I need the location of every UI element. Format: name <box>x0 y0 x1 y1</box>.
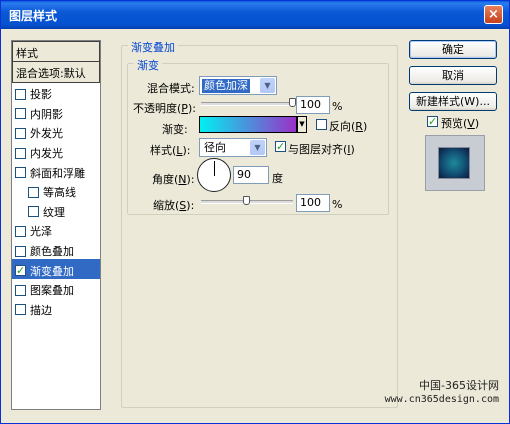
style-checkbox[interactable] <box>15 304 26 316</box>
style-preview <box>425 135 485 191</box>
style-checkbox[interactable] <box>28 206 39 218</box>
gradient-group-title: 渐变 <box>134 57 162 73</box>
angle-label: 角度(N): <box>152 173 195 186</box>
style-checkbox[interactable] <box>15 225 26 237</box>
styles-list: 样式 混合选项:默认 投影内阴影外发光内发光斜面和浮雕等高线纹理光泽颜色叠加渐变… <box>11 40 101 410</box>
style-checkbox[interactable] <box>15 88 26 100</box>
style-list-item-label: 等高线 <box>43 186 76 200</box>
chevron-down-icon: ▼ <box>250 140 265 155</box>
style-list-item[interactable]: 渐变叠加 <box>12 259 100 279</box>
style-checkbox[interactable] <box>15 167 26 179</box>
chevron-down-icon[interactable]: ▼ <box>297 116 307 133</box>
styles-header[interactable]: 样式 <box>12 41 100 62</box>
style-list-item[interactable]: 内阴影 <box>12 103 100 123</box>
preview-checkbox[interactable] <box>427 115 438 128</box>
window-title: 图层样式 <box>9 9 58 23</box>
style-list-item-label: 斜面和浮雕 <box>30 166 85 180</box>
style-list-item-label: 颜色叠加 <box>30 245 74 259</box>
angle-dial-hand <box>214 161 215 176</box>
gradient-label: 渐变: <box>162 123 188 136</box>
align-with-layer-label: 与图层对齐(I) <box>288 143 355 156</box>
opacity-slider-thumb[interactable] <box>289 98 296 107</box>
style-list-item-label: 内阴影 <box>30 107 63 121</box>
style-checkbox[interactable] <box>15 127 26 139</box>
style-checkbox[interactable] <box>15 284 26 296</box>
style-list-item[interactable]: 颜色叠加 <box>12 240 100 260</box>
watermark-url: www.cn365design.com <box>384 394 499 405</box>
scale-unit: % <box>332 198 343 211</box>
close-icon[interactable]: × <box>484 5 503 24</box>
style-checkbox[interactable] <box>15 147 26 159</box>
opacity-slider[interactable] <box>201 102 293 106</box>
style-list-item[interactable]: 描边 <box>12 299 100 319</box>
style-list-item-label: 纹理 <box>43 205 65 219</box>
opacity-unit: % <box>332 100 343 113</box>
style-list-item[interactable]: 光泽 <box>12 220 100 240</box>
angle-dial[interactable] <box>197 158 231 192</box>
angle-input[interactable]: 90 <box>233 166 269 184</box>
style-list-item-label: 外发光 <box>30 127 63 141</box>
gradient-preview-bar[interactable] <box>199 116 297 133</box>
cancel-button[interactable]: 取消 <box>409 66 497 85</box>
blend-mode-value: 颜色加深 <box>202 79 250 93</box>
scale-slider-thumb[interactable] <box>243 196 250 205</box>
style-checkbox[interactable] <box>15 245 26 257</box>
watermark: 中国-365设计网 www.cn365design.com <box>385 379 499 407</box>
layer-style-dialog: 图层样式 × 样式 混合选项:默认 投影内阴影外发光内发光斜面和浮雕等高线纹理光… <box>0 0 510 424</box>
reverse-checkbox[interactable] <box>316 119 327 130</box>
style-checkbox[interactable] <box>15 264 26 277</box>
style-checkbox[interactable] <box>15 108 26 120</box>
style-list-item[interactable]: 投影 <box>12 83 100 103</box>
style-list-item-label: 渐变叠加 <box>30 264 74 278</box>
style-list-item-label: 内发光 <box>30 147 63 161</box>
style-list-item[interactable]: 等高线 <box>12 181 100 201</box>
title-bar[interactable]: 图层样式 × <box>1 1 509 29</box>
gradient-style-select[interactable]: 径向 ▼ <box>199 138 267 157</box>
style-list-item[interactable]: 图案叠加 <box>12 279 100 299</box>
chevron-down-icon: ▼ <box>260 78 275 93</box>
style-list-item-label: 光泽 <box>30 225 52 239</box>
style-label: 样式(L): <box>150 144 191 157</box>
style-checkbox[interactable] <box>28 186 39 198</box>
watermark-site-name: 中国-365设计网 <box>419 379 499 392</box>
align-with-layer-checkbox[interactable] <box>275 140 286 153</box>
scale-input[interactable]: 100 <box>296 194 330 212</box>
style-list-item[interactable]: 纹理 <box>12 201 100 221</box>
gradient-style-value: 径向 <box>204 141 226 154</box>
angle-unit: 度 <box>272 172 283 185</box>
style-list-item-label: 投影 <box>30 88 52 102</box>
blend-mode-label: 混合模式: <box>147 82 195 95</box>
reverse-label: 反向(R) <box>329 120 368 133</box>
preview-label: 预览(V) <box>441 117 480 130</box>
style-list-item[interactable]: 斜面和浮雕 <box>12 161 100 181</box>
opacity-input[interactable]: 100 <box>296 96 330 114</box>
style-list-item[interactable]: 内发光 <box>12 142 100 162</box>
style-list-item-label: 描边 <box>30 303 52 317</box>
ok-button[interactable]: 确定 <box>409 40 497 59</box>
blend-mode-select[interactable]: 颜色加深 ▼ <box>199 76 277 95</box>
gradient-overlay-title: 渐变叠加 <box>128 39 178 55</box>
opacity-label: 不透明度(P): <box>133 102 196 115</box>
style-list-item[interactable]: 外发光 <box>12 122 100 142</box>
new-style-button[interactable]: 新建样式(W)... <box>409 92 497 111</box>
style-list-item-label: 图案叠加 <box>30 284 74 298</box>
blending-options-default[interactable]: 混合选项:默认 <box>12 62 100 83</box>
preview-swatch <box>438 147 470 179</box>
scale-label: 缩放(S): <box>153 199 195 212</box>
